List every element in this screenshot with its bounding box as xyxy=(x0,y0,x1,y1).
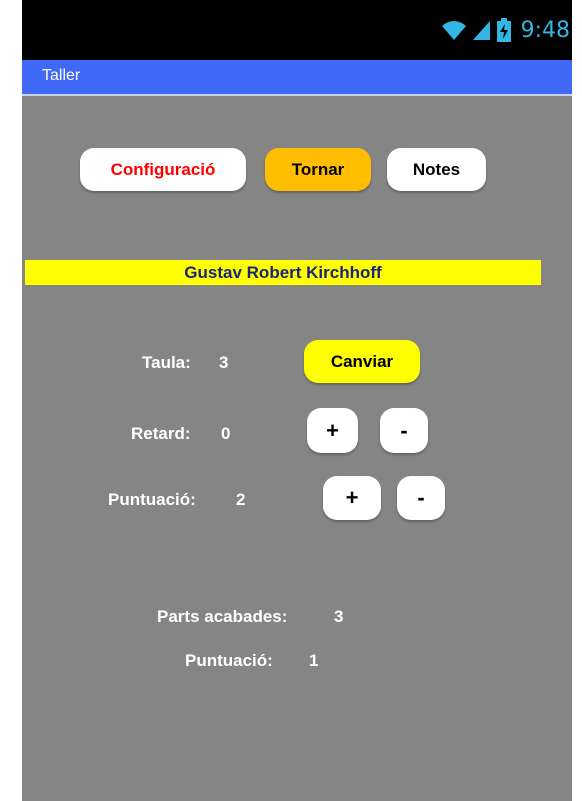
parts-finished-value: 3 xyxy=(334,607,344,626)
delay-label: Retard: xyxy=(131,424,191,443)
parts-finished-label: Parts acabades: xyxy=(157,607,288,626)
score-plus-button[interactable]: + xyxy=(323,476,381,520)
phone-screen: 9:48 Taller Configuració Tornar Notes Gu… xyxy=(22,0,572,801)
delay-minus-button[interactable]: - xyxy=(380,408,428,453)
delay-plus-button[interactable]: + xyxy=(307,408,358,453)
total-score-label: Puntuació: xyxy=(185,651,273,670)
status-time: 9:48 xyxy=(520,17,570,43)
score-label: Puntuació: xyxy=(108,490,196,509)
notes-button[interactable]: Notes xyxy=(387,148,486,191)
app-title: Taller xyxy=(42,67,81,84)
table-value: 3 xyxy=(219,353,229,372)
total-score-value: 1 xyxy=(309,651,319,670)
table-label: Taula: xyxy=(142,353,191,372)
configuracio-button[interactable]: Configuració xyxy=(80,148,246,191)
player-name: Gustav Robert Kirchhoff xyxy=(184,262,382,282)
canviar-button[interactable]: Canviar xyxy=(304,340,420,383)
signal-icon xyxy=(472,21,490,40)
title-bar: Taller xyxy=(22,60,572,96)
status-icons: 9:48 xyxy=(441,0,570,60)
status-bar: 9:48 xyxy=(22,0,572,60)
player-name-band: Gustav Robert Kirchhoff xyxy=(25,260,541,285)
battery-charging-icon xyxy=(496,18,511,42)
score-minus-button[interactable]: - xyxy=(397,476,445,520)
wifi-icon xyxy=(441,21,466,40)
delay-value: 0 xyxy=(221,424,231,443)
tornar-button[interactable]: Tornar xyxy=(265,148,371,191)
score-value: 2 xyxy=(236,490,246,509)
